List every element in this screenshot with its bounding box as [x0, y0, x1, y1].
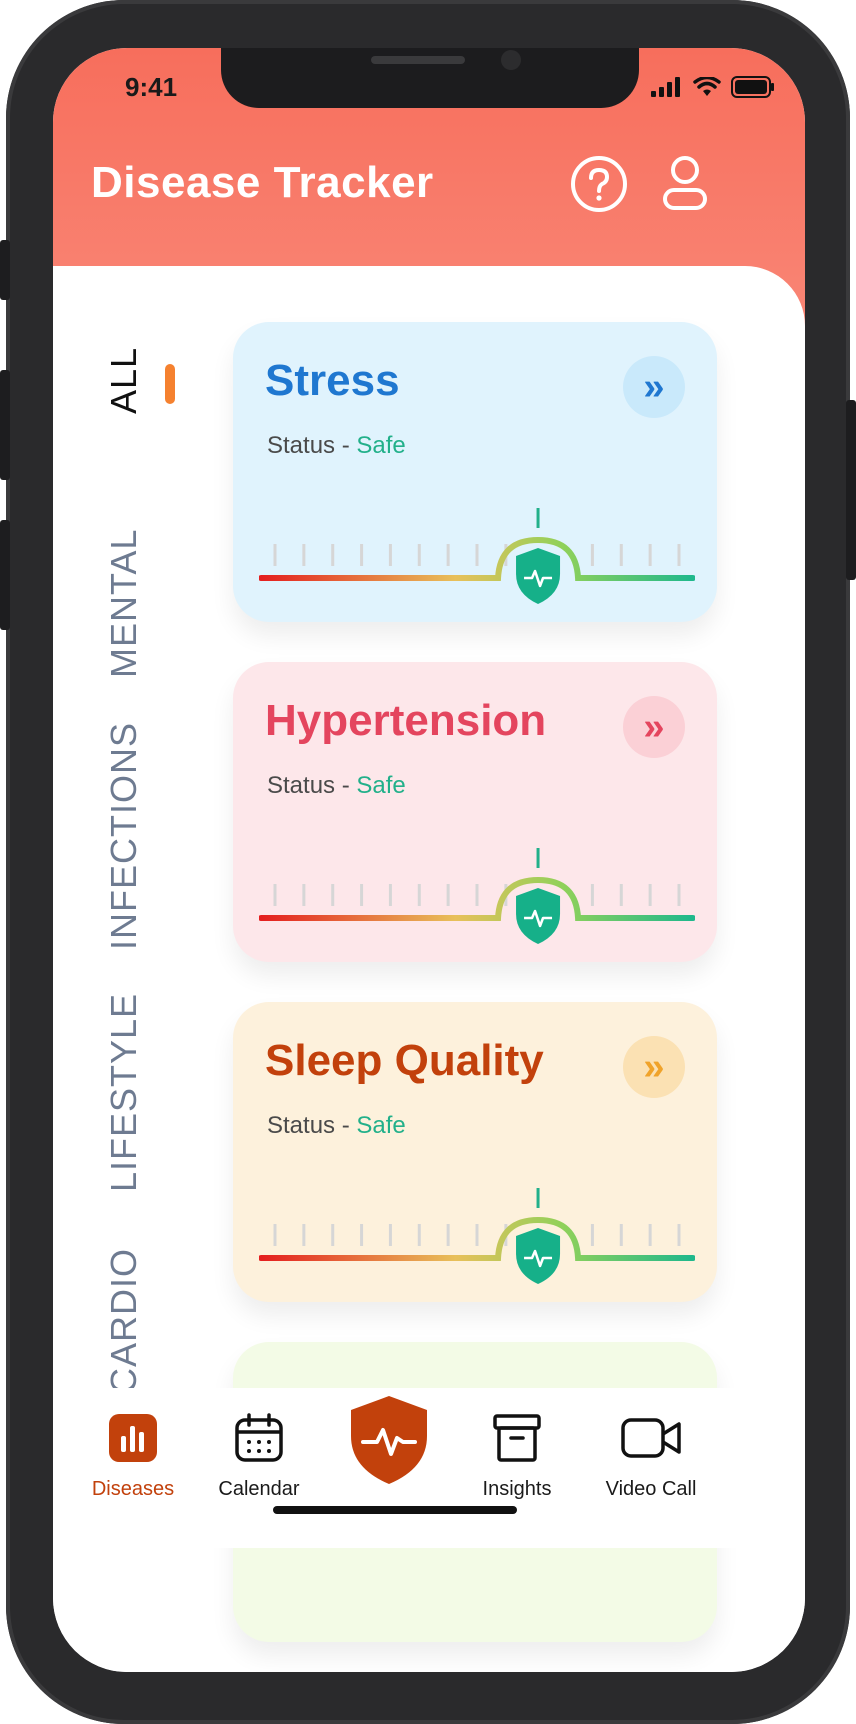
- nav-label: Calendar: [218, 1478, 300, 1500]
- nav-diseases[interactable]: Diseases: [73, 1412, 193, 1501]
- shield-pulse-icon: [516, 888, 561, 944]
- open-card-button[interactable]: »: [623, 696, 685, 758]
- card-title: Sleep Quality: [265, 1036, 544, 1085]
- gauge-svg: [258, 848, 696, 944]
- nav-label: Diseases: [91, 1478, 175, 1500]
- card-status: Status - Safe: [267, 432, 406, 460]
- shield-pulse-icon: [516, 548, 561, 604]
- nav-label: Insights: [482, 1478, 552, 1500]
- shield-pulse-icon: [351, 1396, 427, 1484]
- help-button[interactable]: [569, 154, 629, 214]
- status-time: 9:41: [125, 72, 178, 102]
- card-status: Status - Safe: [267, 1112, 406, 1140]
- battery-icon: [731, 76, 774, 98]
- bottom-nav: Diseases Calendar Insights Video Call: [53, 1388, 805, 1548]
- side-button: [0, 520, 10, 630]
- open-card-button[interactable]: »: [623, 356, 685, 418]
- nav-video-call[interactable]: Video Call: [591, 1412, 711, 1501]
- notch: [221, 48, 639, 108]
- category-all[interactable]: ALL: [103, 347, 145, 414]
- bar-chart-icon: [109, 1414, 157, 1462]
- chevron-double-right-icon: »: [643, 705, 665, 748]
- profile-icon: [663, 156, 707, 210]
- status-icons: [651, 76, 775, 98]
- side-button: [846, 400, 856, 580]
- side-button: [0, 240, 10, 300]
- calendar-icon: [235, 1413, 283, 1462]
- profile-button[interactable]: [655, 154, 715, 214]
- camera: [501, 50, 521, 70]
- status-value: Safe: [356, 432, 406, 459]
- help-icon: [571, 156, 627, 212]
- shield-pulse-icon: [516, 1228, 561, 1284]
- chevron-double-right-icon: »: [643, 365, 665, 408]
- speaker: [371, 56, 465, 64]
- status-value: Safe: [356, 772, 406, 799]
- card-title: Stress: [265, 356, 400, 405]
- gauge-svg: [258, 1188, 696, 1284]
- disease-card[interactable]: Stress Status - Safe »: [233, 322, 717, 622]
- archive-box-icon: [493, 1414, 541, 1462]
- card-status: Status - Safe: [267, 772, 406, 800]
- status-label: Status -: [267, 1112, 350, 1139]
- status-label: Status -: [267, 772, 350, 799]
- active-category-indicator: [165, 364, 175, 404]
- status-gauge: [258, 838, 696, 948]
- category-rail: ALL MENTAL INFECTIONS LIFESTYLE CARDIO: [103, 346, 183, 1426]
- disease-card[interactable]: Sleep Quality Status - Safe »: [233, 1002, 717, 1302]
- nav-label: Video Call: [605, 1478, 697, 1500]
- category-cardio[interactable]: CARDIO: [103, 1248, 145, 1394]
- side-button: [0, 370, 10, 480]
- category-mental[interactable]: MENTAL: [103, 529, 145, 678]
- app-screen: 9:41 Disease Tracker ALL MENTAL INFECTIO…: [53, 48, 805, 1672]
- card-title: Hypertension: [265, 696, 547, 745]
- open-card-button[interactable]: »: [623, 1036, 685, 1098]
- gauge-svg: [258, 508, 696, 604]
- video-camera-icon: [621, 1418, 681, 1458]
- page-title: Disease Tracker: [91, 158, 434, 207]
- status-gauge: [258, 1178, 696, 1288]
- wifi-icon: [693, 77, 721, 96]
- nav-insights[interactable]: Insights: [457, 1412, 577, 1501]
- category-infections[interactable]: INFECTIONS: [103, 722, 145, 950]
- nav-calendar[interactable]: Calendar: [199, 1412, 319, 1501]
- status-value: Safe: [356, 1112, 406, 1139]
- home-indicator: [273, 1506, 517, 1514]
- status-gauge: [258, 498, 696, 608]
- status-label: Status -: [267, 432, 350, 459]
- disease-card[interactable]: Hypertension Status - Safe »: [233, 662, 717, 962]
- category-lifestyle[interactable]: LIFESTYLE: [103, 993, 145, 1192]
- signal-icon: [651, 77, 680, 97]
- nav-center-shield[interactable]: [329, 1392, 449, 1494]
- chevron-double-right-icon: »: [643, 1045, 665, 1088]
